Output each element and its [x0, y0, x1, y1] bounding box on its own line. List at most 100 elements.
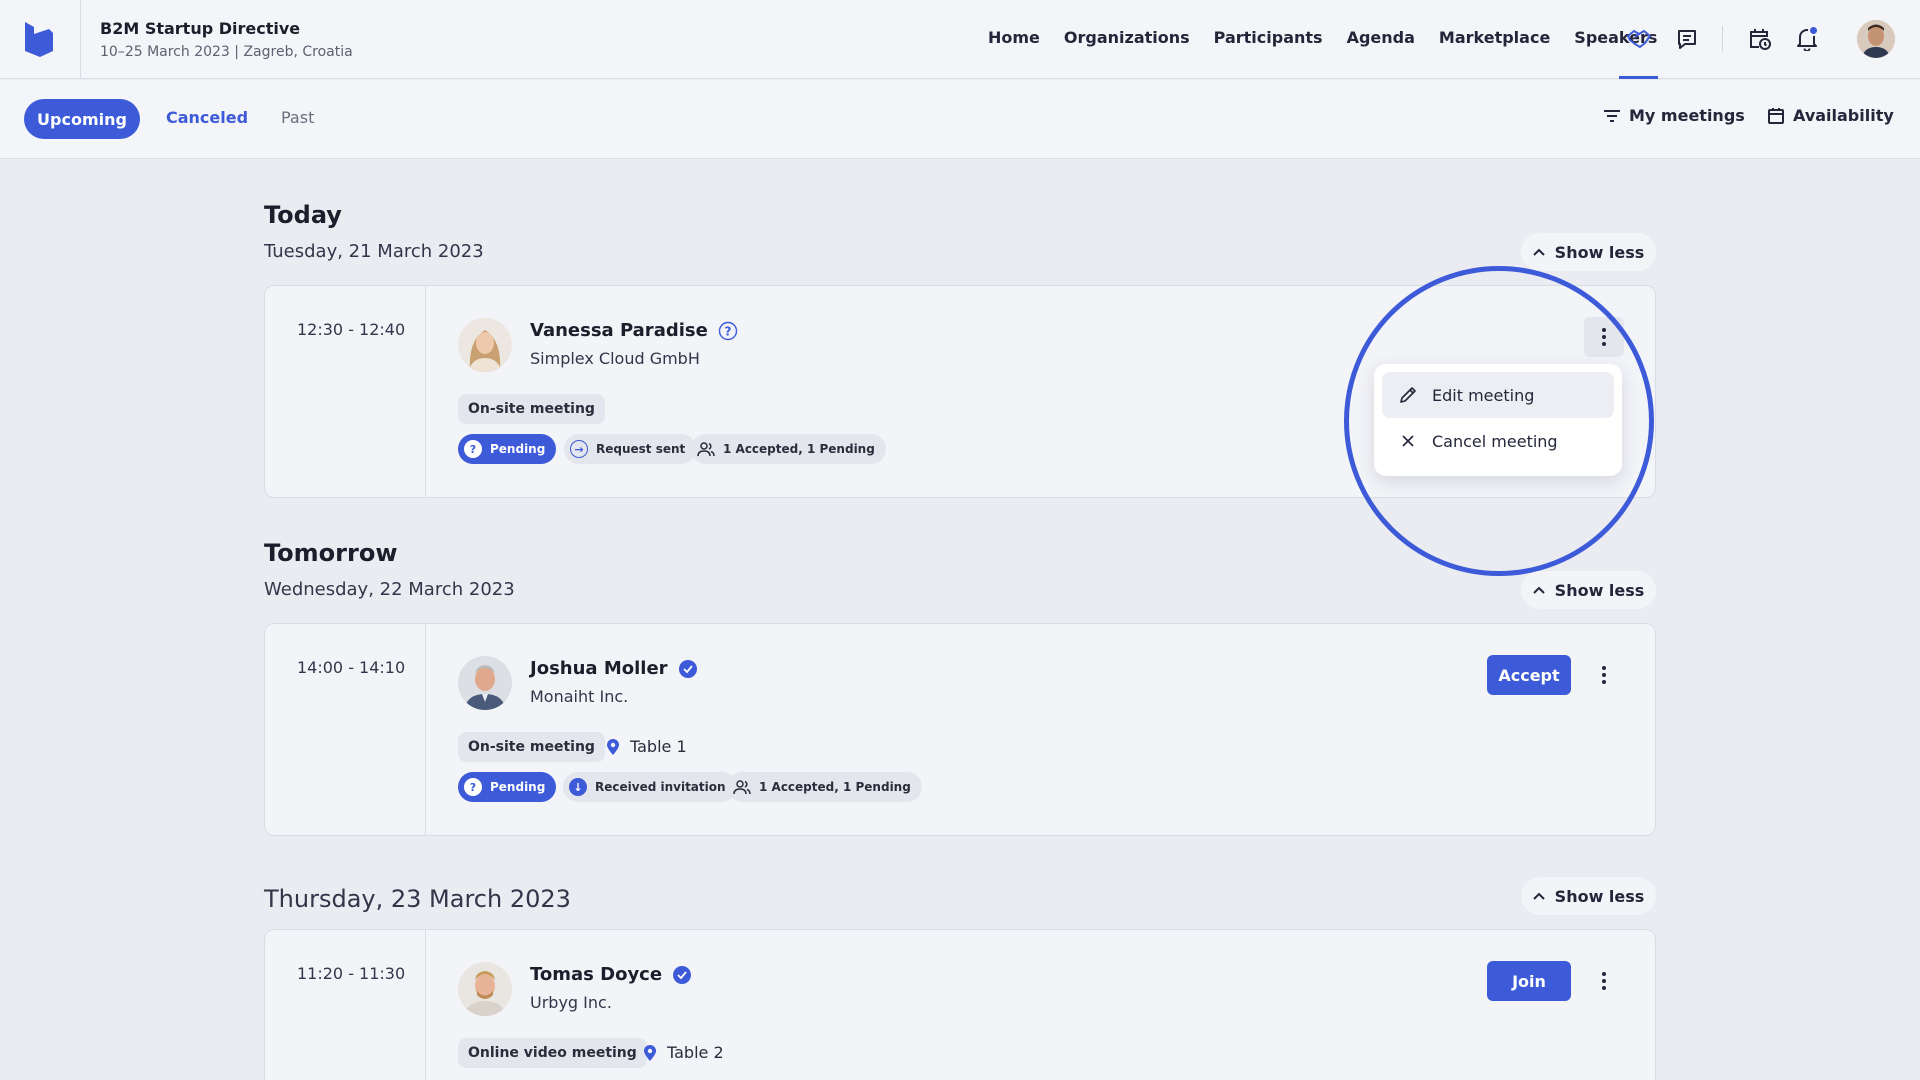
my-meetings-filter[interactable]: My meetings [1603, 106, 1745, 125]
divider [425, 624, 426, 835]
nav-marketplace[interactable]: Marketplace [1439, 28, 1550, 47]
handshake-icon[interactable] [1625, 26, 1653, 52]
show-less-label: Show less [1554, 242, 1645, 262]
verified-icon [678, 659, 697, 678]
participant-avatar[interactable] [458, 962, 512, 1016]
tab-canceled[interactable]: Canceled [166, 108, 248, 127]
meeting-type-chip: On-site meeting [458, 394, 605, 424]
nav-participants[interactable]: Participants [1214, 28, 1323, 47]
nav-agenda[interactable]: Agenda [1347, 28, 1415, 47]
accept-button[interactable]: Accept [1487, 655, 1571, 695]
svg-text:?: ? [724, 324, 731, 338]
users-icon [733, 780, 751, 795]
section-date: Thursday, 23 March 2023 [264, 885, 571, 913]
tab-past[interactable]: Past [281, 108, 314, 127]
top-bar: B2M Startup Directive 10–25 March 2023 |… [0, 0, 1920, 79]
nav-organizations[interactable]: Organizations [1064, 28, 1190, 47]
status-badge: ? Pending [458, 772, 557, 802]
location-pin-icon [607, 738, 619, 755]
participant-name-row: Tomas Doyce [530, 964, 692, 985]
show-less-label: Show less [1554, 580, 1645, 600]
calendar-icon [1768, 107, 1784, 124]
availability-label: Availability [1793, 106, 1894, 125]
show-less-button[interactable]: Show less [1521, 877, 1656, 915]
status-label: Pending [490, 780, 546, 794]
invitation-badge: ↓ Received invitation [563, 772, 737, 802]
calendar-clock-icon[interactable] [1747, 26, 1773, 52]
location: Table 1 [606, 737, 687, 756]
meeting-type-chip: Online video meeting [458, 1038, 647, 1068]
event-title: B2M Startup Directive [100, 19, 301, 38]
location: Table 2 [643, 1043, 724, 1062]
divider [1722, 26, 1723, 52]
nav-home[interactable]: Home [988, 28, 1040, 47]
participant-name[interactable]: Tomas Doyce [530, 964, 662, 985]
meeting-time: 11:20 - 11:30 [297, 964, 406, 983]
my-meetings-label: My meetings [1629, 106, 1745, 125]
main-nav: Home Organizations Participants Agenda M… [988, 28, 1681, 47]
participant-name[interactable]: Vanessa Paradise [530, 320, 708, 341]
question-icon: ? [464, 778, 482, 796]
chevron-up-icon [1532, 892, 1545, 900]
meeting-context-menu: Edit meeting Cancel meeting [1374, 364, 1622, 476]
arrow-right-icon: → [570, 440, 588, 458]
cancel-meeting-item[interactable]: Cancel meeting [1382, 418, 1614, 464]
meeting-card[interactable]: 11:20 - 11:30 Tomas Doyce Urbyg Inc. Onl… [264, 929, 1656, 1080]
chat-icon[interactable] [1674, 27, 1700, 51]
question-icon: ? [718, 321, 738, 340]
attendees-label: 1 Accepted, 1 Pending [759, 780, 911, 794]
edit-meeting-label: Edit meeting [1432, 385, 1535, 405]
meeting-card[interactable]: 14:00 - 14:10 Joshua Moller Monaiht Inc.… [264, 623, 1656, 836]
participant-name-row: Joshua Moller [530, 658, 698, 679]
chevron-up-icon [1532, 248, 1545, 256]
question-icon: ? [464, 440, 482, 458]
meeting-time: 14:00 - 14:10 [297, 658, 406, 677]
status-label: Pending [490, 442, 546, 456]
divider [425, 930, 426, 1080]
divider [80, 0, 81, 79]
section-date: Wednesday, 22 March 2023 [264, 579, 515, 600]
status-badge: ? Pending [458, 434, 557, 464]
cancel-meeting-label: Cancel meeting [1432, 431, 1558, 451]
more-options-button[interactable] [1584, 655, 1624, 695]
location-pin-icon [644, 1044, 656, 1061]
kebab-icon [1602, 666, 1606, 684]
participant-avatar[interactable] [458, 656, 512, 710]
participant-org: Monaiht Inc. [530, 687, 629, 706]
section-title-today: Today [264, 201, 342, 229]
user-avatar[interactable] [1857, 20, 1895, 58]
participant-org: Simplex Cloud GmbH [530, 349, 700, 368]
availability-button[interactable]: Availability [1767, 106, 1894, 125]
section-title-tomorrow: Tomorrow [264, 539, 398, 567]
attendees-badge: 1 Accepted, 1 Pending [727, 772, 922, 802]
more-options-button[interactable] [1584, 961, 1624, 1001]
meeting-time: 12:30 - 12:40 [297, 320, 406, 339]
attendees-badge: 1 Accepted, 1 Pending [691, 434, 886, 464]
more-options-button[interactable] [1584, 317, 1624, 357]
edit-meeting-item[interactable]: Edit meeting [1382, 372, 1614, 418]
tab-upcoming[interactable]: Upcoming [24, 99, 140, 139]
join-button[interactable]: Join [1487, 961, 1571, 1001]
show-less-button[interactable]: Show less [1521, 233, 1656, 271]
participant-name[interactable]: Joshua Moller [530, 658, 668, 679]
participant-avatar[interactable] [458, 318, 512, 372]
kebab-icon [1602, 328, 1606, 346]
chevron-up-icon [1532, 586, 1545, 594]
location-label: Table 1 [630, 737, 687, 756]
divider [425, 286, 426, 497]
show-less-label: Show less [1554, 886, 1645, 906]
participant-org: Urbyg Inc. [530, 993, 612, 1012]
app-logo[interactable] [22, 20, 56, 58]
location-label: Table 2 [667, 1043, 724, 1062]
notification-dot [1808, 25, 1819, 36]
meeting-type-chip: On-site meeting [458, 732, 605, 762]
request-label: Request sent [596, 442, 686, 456]
filter-icon [1604, 109, 1620, 122]
invitation-label: Received invitation [595, 780, 726, 794]
event-subtitle: 10–25 March 2023 | Zagreb, Croatia [100, 44, 353, 60]
pencil-icon [1400, 387, 1416, 403]
show-less-button[interactable]: Show less [1521, 571, 1656, 609]
kebab-icon [1602, 972, 1606, 990]
request-badge: → Request sent [564, 434, 697, 464]
users-icon [697, 442, 715, 457]
